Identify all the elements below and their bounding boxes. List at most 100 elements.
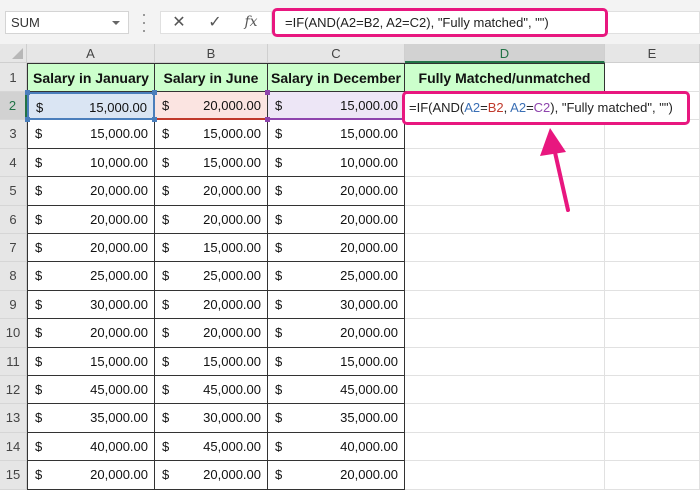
- row-header-10[interactable]: 10: [0, 319, 27, 348]
- cell-b14[interactable]: $45,000.00: [155, 432, 268, 462]
- cell-b4[interactable]: $15,000.00: [155, 148, 268, 178]
- cell-a10[interactable]: $20,000.00: [27, 319, 155, 348]
- cell-c11[interactable]: $15,000.00: [268, 347, 405, 376]
- cell-b7[interactable]: $15,000.00: [155, 234, 268, 263]
- cell-edit-box-d2[interactable]: =IF(AND(A2=B2, A2=C2), "Fully matched", …: [402, 91, 690, 125]
- cell-d14[interactable]: [405, 432, 605, 462]
- cell-d12[interactable]: [405, 376, 605, 405]
- cell-e15[interactable]: [605, 461, 700, 490]
- cell-c14[interactable]: $40,000.00: [268, 432, 405, 462]
- column-header-b[interactable]: B: [155, 44, 268, 63]
- column-header-e[interactable]: E: [605, 44, 700, 63]
- row-header-5[interactable]: 5: [0, 177, 27, 206]
- chevron-down-icon[interactable]: [112, 21, 120, 25]
- cell-b11[interactable]: $15,000.00: [155, 347, 268, 376]
- row-header-4[interactable]: 4: [0, 148, 27, 178]
- cell-a2[interactable]: $15,000.00: [27, 92, 155, 121]
- cancel-icon[interactable]: ✕: [167, 12, 191, 33]
- reference-resize-handle[interactable]: [25, 90, 30, 95]
- row-header-9[interactable]: 9: [0, 290, 27, 320]
- cell-b15[interactable]: $20,000.00: [155, 461, 268, 490]
- cell-c2[interactable]: $15,000.00: [268, 92, 405, 121]
- row-header-2[interactable]: 2: [0, 92, 27, 121]
- cell-a14[interactable]: $40,000.00: [27, 432, 155, 462]
- cell-a11[interactable]: $15,000.00: [27, 347, 155, 376]
- header-cell-c[interactable]: Salary in December: [268, 63, 405, 92]
- cell-a7[interactable]: $20,000.00: [27, 234, 155, 263]
- row-header-6[interactable]: 6: [0, 205, 27, 234]
- header-cell-a[interactable]: Salary in January: [27, 63, 155, 92]
- cell-c4[interactable]: $10,000.00: [268, 148, 405, 178]
- row-header-8[interactable]: 8: [0, 262, 27, 291]
- cell-b8[interactable]: $25,000.00: [155, 262, 268, 291]
- row-header-12[interactable]: 12: [0, 376, 27, 405]
- cell-b12[interactable]: $45,000.00: [155, 376, 268, 405]
- column-header-a[interactable]: A: [27, 44, 155, 63]
- cell-a13[interactable]: $35,000.00: [27, 404, 155, 433]
- cell-b13[interactable]: $30,000.00: [155, 404, 268, 433]
- cell-e1[interactable]: [605, 63, 700, 92]
- cell-d4[interactable]: [405, 148, 605, 178]
- reference-resize-handle[interactable]: [265, 117, 270, 123]
- cell-c7[interactable]: $20,000.00: [268, 234, 405, 263]
- cell-c8[interactable]: $25,000.00: [268, 262, 405, 291]
- cell-d15[interactable]: [405, 461, 605, 490]
- cell-d8[interactable]: [405, 262, 605, 291]
- cell-a5[interactable]: $20,000.00: [27, 177, 155, 206]
- select-all-button[interactable]: [0, 44, 27, 63]
- cell-d9[interactable]: [405, 290, 605, 320]
- cell-e13[interactable]: [605, 404, 700, 433]
- drag-handle-icon[interactable]: [143, 14, 146, 32]
- cell-c5[interactable]: $20,000.00: [268, 177, 405, 206]
- cell-e7[interactable]: [605, 234, 700, 263]
- cell-c3[interactable]: $15,000.00: [268, 120, 405, 149]
- cell-d6[interactable]: [405, 205, 605, 234]
- cell-e5[interactable]: [605, 177, 700, 206]
- cell-d7[interactable]: [405, 234, 605, 263]
- cell-b10[interactable]: $20,000.00: [155, 319, 268, 348]
- cell-a9[interactable]: $30,000.00: [27, 290, 155, 320]
- cell-b6[interactable]: $20,000.00: [155, 205, 268, 234]
- cell-b2[interactable]: $20,000.00: [155, 92, 268, 121]
- cell-e8[interactable]: [605, 262, 700, 291]
- cell-e6[interactable]: [605, 205, 700, 234]
- cell-d11[interactable]: [405, 347, 605, 376]
- cell-c6[interactable]: $20,000.00: [268, 205, 405, 234]
- cell-e12[interactable]: [605, 376, 700, 405]
- row-header-13[interactable]: 13: [0, 404, 27, 433]
- cell-b9[interactable]: $20,000.00: [155, 290, 268, 320]
- row-header-1[interactable]: 1: [0, 63, 27, 92]
- row-header-15[interactable]: 15: [0, 461, 27, 490]
- cell-b5[interactable]: $20,000.00: [155, 177, 268, 206]
- cell-c15[interactable]: $20,000.00: [268, 461, 405, 490]
- cell-a8[interactable]: $25,000.00: [27, 262, 155, 291]
- cell-e14[interactable]: [605, 432, 700, 462]
- header-cell-b[interactable]: Salary in June: [155, 63, 268, 92]
- cell-e11[interactable]: [605, 347, 700, 376]
- cell-c9[interactable]: $30,000.00: [268, 290, 405, 320]
- enter-check-icon[interactable]: ✓: [203, 12, 227, 33]
- cell-d5[interactable]: [405, 177, 605, 206]
- reference-resize-handle[interactable]: [152, 117, 157, 123]
- cell-a12[interactable]: $45,000.00: [27, 376, 155, 405]
- insert-function-icon[interactable]: fx: [239, 12, 263, 33]
- cell-b3[interactable]: $15,000.00: [155, 120, 268, 149]
- cell-a3[interactable]: $15,000.00: [27, 120, 155, 149]
- cell-a6[interactable]: $20,000.00: [27, 205, 155, 234]
- row-header-14[interactable]: 14: [0, 432, 27, 462]
- cell-c12[interactable]: $45,000.00: [268, 376, 405, 405]
- column-header-c[interactable]: C: [268, 44, 405, 63]
- formula-input-extension[interactable]: [608, 11, 700, 34]
- column-header-d[interactable]: D: [405, 44, 605, 63]
- reference-resize-handle[interactable]: [25, 117, 30, 123]
- name-box[interactable]: SUM: [5, 11, 129, 34]
- cell-e9[interactable]: [605, 290, 700, 320]
- cell-a4[interactable]: $10,000.00: [27, 148, 155, 178]
- cell-e4[interactable]: [605, 148, 700, 178]
- row-header-3[interactable]: 3: [0, 120, 27, 149]
- row-header-7[interactable]: 7: [0, 234, 27, 263]
- cell-c13[interactable]: $35,000.00: [268, 404, 405, 433]
- reference-resize-handle[interactable]: [265, 90, 270, 95]
- cell-d13[interactable]: [405, 404, 605, 433]
- cell-d10[interactable]: [405, 319, 605, 348]
